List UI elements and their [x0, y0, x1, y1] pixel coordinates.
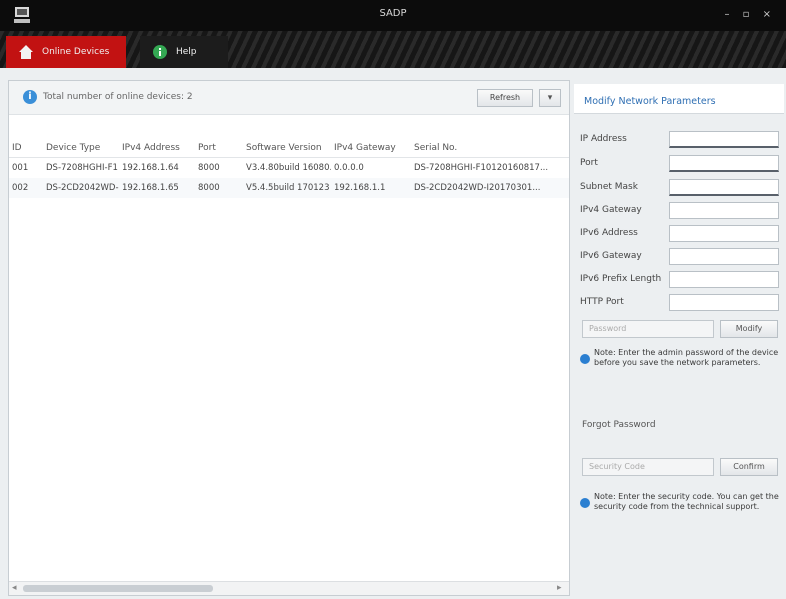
- device-list-panel: i Total number of online devices: 2 Refr…: [8, 80, 570, 596]
- table-row[interactable]: 002 DS-2CD2042WD-I 192.168.1.65 8000 V5.…: [9, 178, 569, 198]
- table-row[interactable]: 001 DS-7208HGHI-F1 192.168.1.64 8000 V3.…: [9, 157, 569, 178]
- col-header[interactable]: Serial No.: [411, 139, 569, 158]
- confirm-button[interactable]: Confirm: [720, 458, 778, 476]
- security-code-note: Note: Enter the security code. You can g…: [580, 492, 780, 512]
- table-cell: V3.4.80build 16080...: [243, 157, 331, 178]
- tab-label: Online Devices: [42, 47, 110, 57]
- device-toolbar: i Total number of online devices: 2 Refr…: [9, 81, 569, 115]
- tab-label: Help: [176, 47, 197, 57]
- table-cell: 192.168.1.1: [331, 178, 411, 198]
- device-table: ID Device Type IPv4 Address Port Softwar…: [9, 139, 569, 198]
- col-header[interactable]: IPv4 Gateway: [331, 139, 411, 158]
- info-icon: [153, 45, 167, 59]
- scroll-right-icon[interactable]: ▸: [557, 583, 562, 593]
- subnet-mask-label: Subnet Mask: [580, 182, 638, 192]
- modify-network-panel: Modify Network Parameters IP Address Por…: [574, 80, 784, 596]
- table-cell: DS-2CD2042WD-I20170301...: [411, 178, 569, 198]
- table-cell: 002: [9, 178, 43, 198]
- ipv6-gateway-field[interactable]: [669, 248, 779, 265]
- modify-button[interactable]: Modify: [720, 320, 778, 338]
- info-icon: [580, 354, 590, 364]
- ipv6-prefix-label: IPv6 Prefix Length: [580, 274, 662, 284]
- tab-online-devices[interactable]: Online Devices: [6, 36, 126, 68]
- table-cell: 192.168.1.65: [119, 178, 195, 198]
- password-note: Note: Enter the admin password of the de…: [580, 348, 780, 368]
- col-header[interactable]: IPv4 Address: [119, 139, 195, 158]
- ip-address-field[interactable]: [669, 131, 779, 148]
- horizontal-scrollbar[interactable]: ◂ ▸: [9, 581, 569, 595]
- col-header[interactable]: Software Version: [243, 139, 331, 158]
- scrollbar-thumb[interactable]: [23, 585, 213, 592]
- ipv6-address-field[interactable]: [669, 225, 779, 242]
- ipv6-gateway-label: IPv6 Gateway: [580, 251, 642, 261]
- refresh-button[interactable]: Refresh: [477, 89, 533, 107]
- filter-dropdown-button[interactable]: ▾: [539, 89, 561, 107]
- table-cell: 8000: [195, 178, 243, 198]
- table-cell: 192.168.1.64: [119, 157, 195, 178]
- security-code-input[interactable]: Security Code: [582, 458, 714, 476]
- subnet-mask-field[interactable]: [669, 179, 779, 196]
- home-icon: [19, 45, 33, 59]
- port-field[interactable]: [669, 155, 779, 172]
- port-label: Port: [580, 158, 598, 168]
- window-controls[interactable]: – ▫ ×: [724, 9, 776, 20]
- forgot-password-title: Forgot Password: [582, 420, 656, 430]
- scroll-left-icon[interactable]: ◂: [12, 583, 17, 593]
- window-title: SADP: [379, 8, 407, 19]
- ipv6-prefix-field[interactable]: [669, 271, 779, 288]
- table-cell: V5.4.5build 170123: [243, 178, 331, 198]
- ipv4-gateway-label: IPv4 Gateway: [580, 205, 642, 215]
- col-header[interactable]: ID: [9, 139, 43, 158]
- table-header-row: ID Device Type IPv4 Address Port Softwar…: [9, 139, 569, 158]
- table-cell: 001: [9, 157, 43, 178]
- col-header[interactable]: Device Type: [43, 139, 119, 158]
- title-bar: SADP – ▫ ×: [0, 0, 786, 31]
- http-port-label: HTTP Port: [580, 297, 624, 307]
- col-header[interactable]: Port: [195, 139, 243, 158]
- info-circle-icon: i: [23, 90, 37, 104]
- ipv4-gateway-field[interactable]: [669, 202, 779, 219]
- online-device-count: Total number of online devices: 2: [43, 92, 193, 102]
- table-cell: 8000: [195, 157, 243, 178]
- table-cell: DS-7208HGHI-F1: [43, 157, 119, 178]
- sadp-window: SADP – ▫ × Online Devices Help i Total n…: [0, 0, 786, 599]
- panel-title: Modify Network Parameters: [574, 84, 784, 114]
- password-note-text: Note: Enter the admin password of the de…: [594, 348, 779, 367]
- tab-help[interactable]: Help: [140, 36, 228, 68]
- ipv6-address-label: IPv6 Address: [580, 228, 638, 238]
- table-cell: DS-2CD2042WD-I: [43, 178, 119, 198]
- http-port-field[interactable]: [669, 294, 779, 311]
- admin-password-input[interactable]: Password: [582, 320, 714, 338]
- info-icon: [580, 498, 590, 508]
- table-cell: 0.0.0.0: [331, 157, 411, 178]
- table-cell: DS-7208HGHI-F10120160817...: [411, 157, 569, 178]
- ip-address-label: IP Address: [580, 134, 627, 144]
- security-code-note-text: Note: Enter the security code. You can g…: [594, 492, 779, 511]
